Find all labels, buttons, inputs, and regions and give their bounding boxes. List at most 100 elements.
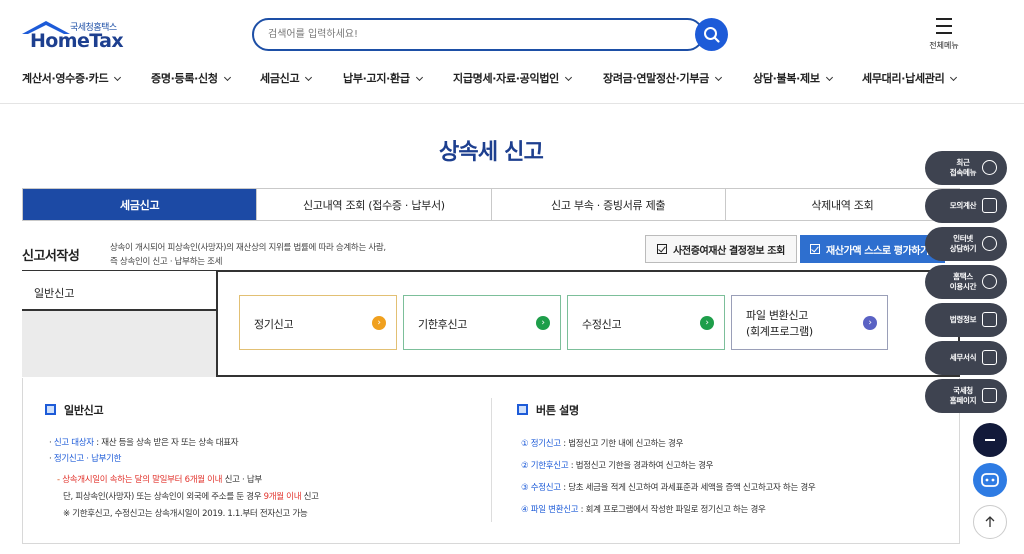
search-input[interactable] (268, 20, 688, 49)
arrow-up-icon (985, 516, 995, 527)
item-number: ③ (521, 483, 529, 493)
item-number: ④ (521, 505, 529, 515)
square-bullet-icon (517, 404, 528, 415)
minus-icon (985, 439, 995, 441)
tab-report-history[interactable]: 신고내역 조회 (접수증 · 납부서) (256, 189, 490, 220)
chevron-down-icon (415, 73, 423, 82)
chatbot-button[interactable] (973, 463, 1007, 497)
quick-tax-forms[interactable]: 세무서식 (925, 341, 1007, 375)
item-key: 파일 변환신고 (530, 505, 579, 515)
button-label: 수정신고 (582, 318, 622, 331)
info-key: 신고 대상자 (53, 438, 94, 448)
checkbox-icon (810, 244, 820, 254)
quick-nts-homepage[interactable]: 국세청 홈페이지 (925, 379, 1007, 413)
quick-label-line1: 최근 (956, 158, 970, 167)
gnb-incentive[interactable]: 장려금·연말정산·기부금 (603, 70, 723, 86)
quick-recent-menu[interactable]: 최근 접속메뉴 (925, 151, 1007, 185)
section-title: 신고서작성 (22, 249, 80, 264)
gnb-certificate[interactable]: 증명·등록·신청 (151, 70, 231, 86)
info-text: 단, 피상속인(사망자) 또는 상속인이 외국에 주소를 둔 경우 (63, 492, 264, 502)
button-desc-item: ② 기한후신고 : 법정신고 기한을 경과하여 신고하는 경우 (521, 459, 713, 471)
headset-icon (982, 236, 997, 251)
info-heading-general: 일반신고 (45, 402, 104, 418)
button-label: 파일 변환신고 (회계프로그램) (746, 308, 813, 340)
quick-simulation[interactable]: 모의계산 (925, 189, 1007, 223)
arrow-right-icon: › (372, 316, 386, 330)
hometax-logo[interactable]: 국세청홈택스 HomeTax (22, 20, 124, 52)
heading-text: 버튼 설명 (536, 404, 579, 417)
arrow-right-icon: › (700, 316, 714, 330)
quick-law-info[interactable]: 법령정보 (925, 303, 1007, 337)
gnb-invoice[interactable]: 계산서·영수증·카드 (22, 70, 122, 86)
document-icon (982, 350, 997, 365)
gnb-label: 상담·불복·제보 (753, 72, 820, 85)
clock-icon (982, 160, 997, 175)
gnb-label: 계산서·영수증·카드 (22, 72, 109, 85)
chevron-down-icon (114, 73, 122, 82)
button-desc-item: ③ 수정신고 : 당초 세금을 적게 신고하여 과세표준과 세액을 증액 신고하… (521, 481, 816, 493)
amended-report-button[interactable]: 수정신고 › (567, 295, 725, 350)
file-conversion-report-button[interactable]: 파일 변환신고 (회계프로그램) › (731, 295, 888, 350)
chevron-down-icon (950, 73, 958, 82)
info-divider (491, 398, 492, 522)
description-line: 상속이 개시되어 피상속인(사망자)의 재산상의 지위를 법률에 따라 승계하는… (110, 243, 386, 253)
info-line: - 상속개시일이 속하는 달의 말일부터 6개월 이내 신고 · 납부 (57, 473, 262, 485)
scroll-top-button[interactable] (973, 505, 1007, 539)
search-bar (252, 18, 704, 51)
all-menu-button[interactable]: 전체메뉴 (918, 16, 970, 54)
button-desc-item: ① 정기신고 : 법정신고 기한 내에 신고하는 경우 (521, 437, 683, 449)
gavel-icon (982, 312, 997, 327)
gnb-tax-agent[interactable]: 세무대리·납세관리 (862, 70, 958, 86)
info-highlight: 상속개시일이 속하는 달의 말일부터 6개월 이내 (62, 475, 223, 485)
info-line: · 신고 대상자 : 재산 등을 상속 받은 자 또는 상속 대표자 (49, 438, 239, 448)
chevron-down-icon (564, 73, 573, 82)
calculator-icon (982, 198, 997, 213)
arrow-right-icon: › (536, 316, 550, 330)
late-report-button[interactable]: 기한후신고 › (403, 295, 561, 350)
gnb-consultation[interactable]: 상담·불복·제보 (753, 70, 833, 86)
general-report-tab[interactable]: 일반신고 (22, 271, 218, 311)
item-number: ① (521, 439, 529, 449)
tab-attachment-submit[interactable]: 신고 부속 · 증빙서류 제출 (490, 189, 725, 220)
chevron-down-icon (305, 73, 313, 82)
quick-label-line2: 홈페이지 (949, 396, 977, 405)
main-navigation: 계산서·영수증·카드 증명·등록·신청 세금신고 납부·고지·환급 지급명세·자… (0, 66, 1024, 104)
quick-service-hours[interactable]: 홈택스 이용시간 (925, 265, 1007, 299)
info-note: ※ 기한후신고, 수정신고는 상속개시일이 2019. 1.1.부터 전자신고 … (63, 509, 308, 519)
button-label: 재산가액 스스로 평가하기 (826, 245, 929, 257)
chevron-down-icon (714, 73, 723, 82)
item-text: : 당초 세금을 적게 신고하여 과세표준과 세액을 증액 신고하고자 하는 경… (560, 483, 816, 493)
description-line: 즉 상속인이 신고 · 납부하는 조세 (110, 257, 223, 267)
quick-label-line2: 접속메뉴 (949, 168, 977, 177)
button-desc-item: ④ 파일 변환신고 : 회계 프로그램에서 작성한 파일로 정기신고 하는 경우 (521, 503, 766, 515)
prior-gift-lookup-button[interactable]: 사전증여재산 결정정보 조회 (645, 235, 797, 263)
arrow-right-icon: › (863, 316, 877, 330)
search-icon (704, 27, 720, 43)
search-button[interactable] (695, 18, 728, 51)
logo-text: HomeTax (30, 30, 124, 52)
hamburger-icon (936, 18, 952, 39)
alarm-clock-icon (982, 274, 997, 289)
gnb-tax-report[interactable]: 세금신고 (260, 70, 313, 86)
gnb-payment-statement[interactable]: 지급명세·자료·공익법인 (453, 70, 573, 86)
collapse-quick-menu-button[interactable] (973, 423, 1007, 457)
item-key: 수정신고 (530, 483, 561, 493)
quick-label-line1: 국세청 (953, 386, 973, 395)
self-valuation-button[interactable]: 재산가액 스스로 평가하기 (800, 235, 945, 263)
item-text: : 법정신고 기한 내에 신고하는 경우 (560, 439, 684, 449)
item-key: 기한후신고 (530, 461, 569, 471)
square-bullet-icon (45, 404, 56, 415)
item-key: 정기신고 (530, 439, 561, 449)
quick-label-line2: 이용시간 (949, 282, 977, 291)
quick-label-line1: 인터넷 (953, 234, 973, 243)
tab-tax-report[interactable]: 세금신고 (23, 189, 257, 220)
gnb-label: 납부·고지·환급 (343, 72, 410, 85)
item-number: ② (521, 461, 529, 471)
quick-online-consult[interactable]: 인터넷 상담하기 (925, 227, 1007, 261)
gnb-label: 지급명세·자료·공익법인 (453, 72, 559, 85)
chevron-down-icon (825, 73, 833, 82)
gnb-payment[interactable]: 납부·고지·환급 (343, 70, 423, 86)
quick-label-line1: 홈택스 (953, 272, 973, 281)
tab-deleted-history[interactable]: 삭제내역 조회 (724, 189, 959, 220)
regular-report-button[interactable]: 정기신고 › (239, 295, 397, 350)
